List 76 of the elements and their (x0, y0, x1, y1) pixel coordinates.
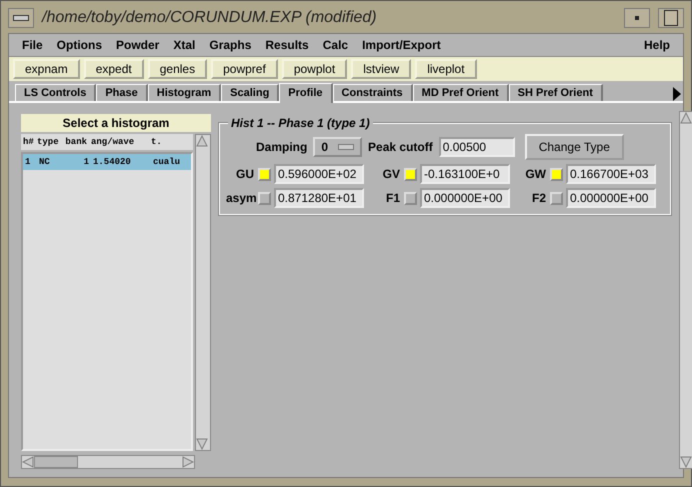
column-title: t. (151, 137, 163, 147)
parameter-field[interactable]: 0.871280E+01 (274, 188, 364, 208)
tab[interactable]: LS Controls (15, 84, 96, 101)
scroll-left-icon[interactable] (22, 456, 34, 468)
toolbar-button[interactable]: expnam (13, 59, 80, 79)
list-cell-text: NC (39, 157, 51, 167)
window-title: /home/toby/demo/CORUNDUM.EXP (modified) (42, 9, 378, 27)
menu-item[interactable]: Graphs (202, 36, 258, 54)
refine-checkbox[interactable] (258, 192, 271, 204)
toolbar-button[interactable]: lstview (351, 59, 412, 79)
toolbar-button[interactable]: liveplot (415, 59, 477, 79)
parameter-label: GU (235, 167, 255, 181)
maximize-icon (664, 10, 678, 26)
list-cell-text: 1 (25, 157, 32, 167)
group-title: Hist 1 -- Phase 1 (type 1) (228, 116, 373, 130)
toolbar-button[interactable]: powplot (282, 59, 348, 79)
damping-dropdown[interactable]: 0 (313, 137, 362, 157)
toolbar-button[interactable]: powpref (211, 59, 278, 79)
refine-checkbox[interactable] (258, 168, 271, 180)
peak-cutoff-label: Peak cutoff (368, 140, 433, 154)
refine-checkbox[interactable] (550, 192, 563, 204)
parameter-field[interactable]: 0.166700E+03 (566, 164, 656, 184)
tab[interactable]: Profile (279, 83, 333, 103)
menu-item[interactable]: Options (50, 36, 109, 54)
peak-cutoff-field[interactable]: 0.00500 (438, 137, 515, 157)
parameter-field[interactable]: 0.000000E+00 (420, 188, 510, 208)
window-menu-button[interactable] (8, 8, 34, 28)
parameter-label: GV (382, 167, 401, 181)
parameter-field[interactable]: 0.596000E+02 (274, 164, 364, 184)
tab[interactable]: Scaling (221, 84, 280, 101)
toolbar-button[interactable]: expedt (84, 59, 144, 79)
menu-item[interactable]: Import/Export (355, 36, 448, 54)
scroll-down-icon[interactable] (680, 456, 692, 468)
column-title: h# (23, 137, 35, 147)
tab[interactable]: Phase (96, 84, 148, 101)
scroll-up-icon[interactable] (680, 112, 692, 124)
parameter-label: F2 (530, 191, 547, 205)
column-title: bank (65, 137, 88, 147)
toolbar-button[interactable]: genles (148, 59, 208, 79)
scroll-down-icon[interactable] (196, 438, 208, 450)
menu-item[interactable]: Help (636, 36, 677, 54)
parameter-label: asym (226, 191, 258, 205)
panel-title: Select a histogram (21, 114, 211, 132)
window-menu-icon (13, 15, 29, 21)
parameter-field[interactable]: -0.163100E+0 (420, 164, 510, 184)
column-title: ang/wave (91, 137, 136, 147)
minimize-button[interactable] (624, 8, 650, 28)
vertical-scrollbar[interactable] (679, 111, 692, 469)
tab[interactable]: Constraints (332, 84, 413, 101)
parameter-label: GW (524, 167, 547, 181)
menu-item[interactable]: Powder (109, 36, 166, 54)
scroll-up-icon[interactable] (196, 135, 208, 147)
menu-item[interactable]: File (15, 36, 50, 54)
maximize-button[interactable] (658, 8, 684, 28)
refine-checkbox[interactable] (404, 192, 417, 204)
menu-item[interactable]: Results (258, 36, 316, 54)
list-cell-text: 1.54020 (93, 157, 132, 167)
minimize-icon (635, 16, 639, 20)
scroll-right-icon[interactable] (673, 87, 681, 101)
menu-item[interactable]: Xtal (166, 36, 202, 54)
list-cell-text: cualu (153, 157, 182, 167)
column-title: type (37, 137, 60, 147)
list-row[interactable]: 1 NC 1 1.54020 cualu (23, 154, 192, 170)
parameter-label: F1 (384, 191, 401, 205)
tab[interactable]: SH Pref Orient (508, 84, 603, 101)
horizontal-scrollbar[interactable] (21, 455, 195, 469)
list-cell-text: 1 (82, 157, 90, 167)
change-type-button[interactable]: Change Type (524, 134, 624, 160)
parameter-field[interactable]: 0.000000E+00 (566, 188, 656, 208)
refine-checkbox[interactable] (404, 168, 417, 180)
tab[interactable]: Histogram (148, 84, 222, 101)
menu-item[interactable]: Calc (316, 36, 356, 54)
refine-checkbox[interactable] (550, 168, 563, 180)
vertical-scrollbar[interactable] (195, 134, 211, 451)
tab[interactable]: MD Pref Orient (412, 84, 509, 101)
damping-label: Damping (256, 140, 308, 154)
